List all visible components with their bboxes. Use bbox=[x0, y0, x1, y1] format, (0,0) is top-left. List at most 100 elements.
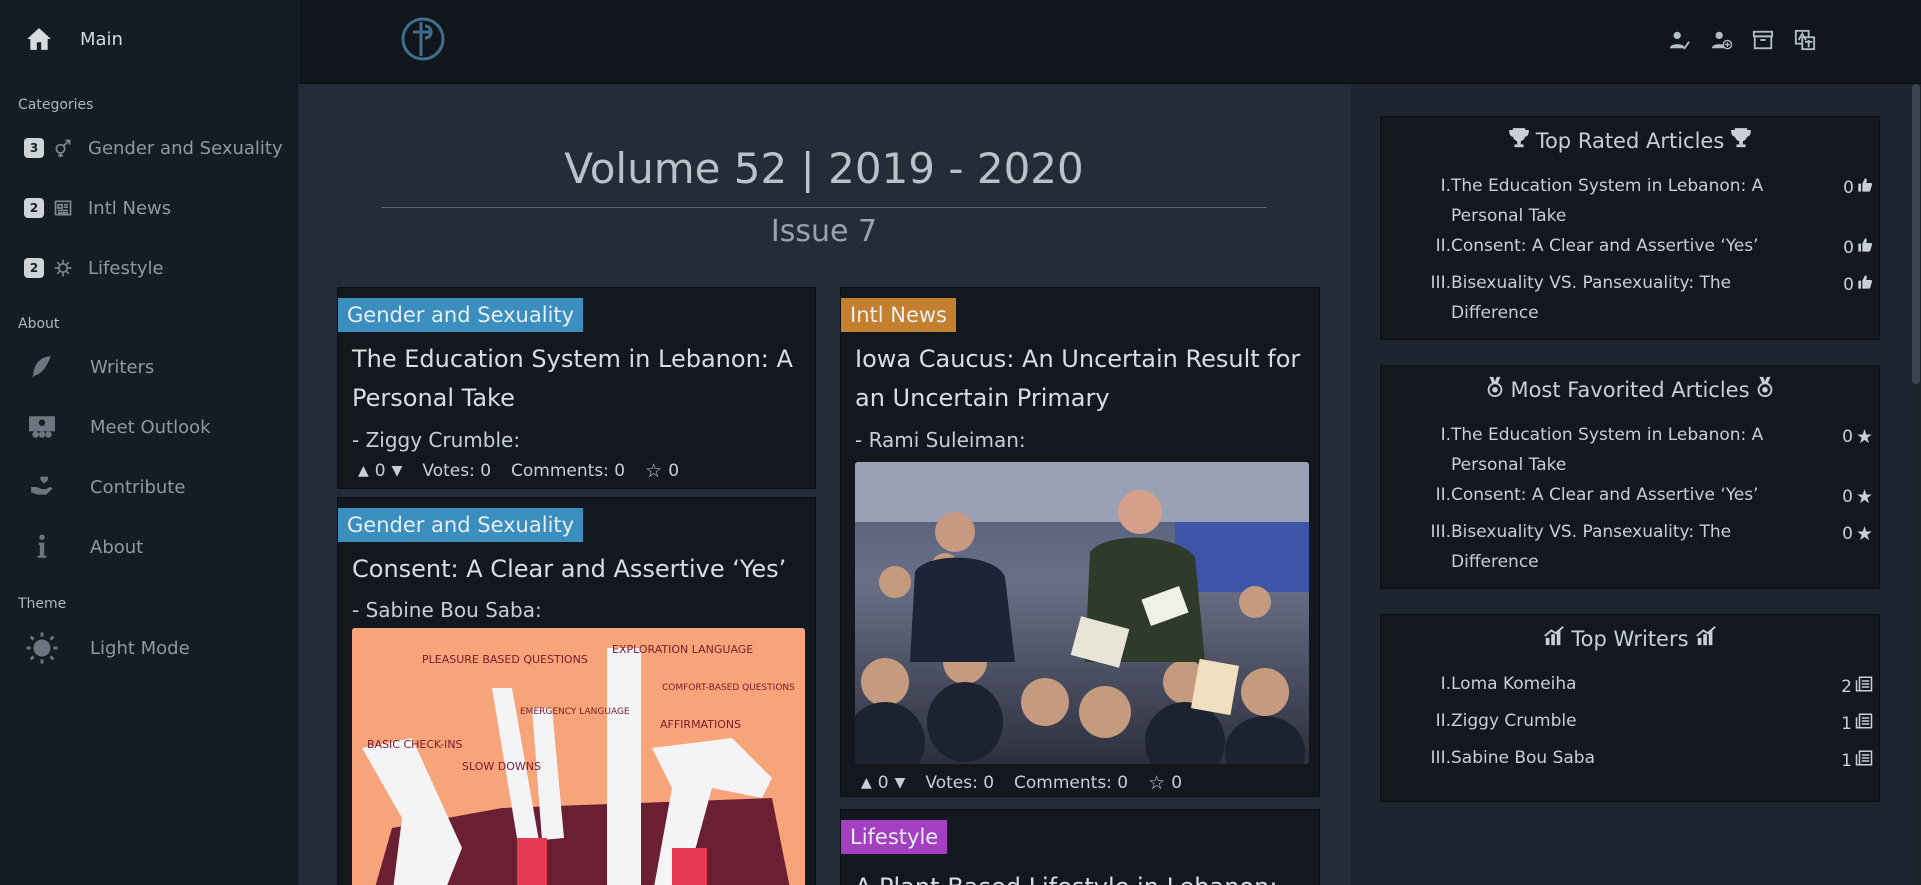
title-divider bbox=[381, 207, 1267, 208]
category-tag[interactable]: Lifestyle bbox=[841, 820, 948, 854]
main-content: Volume 52 | 2019 - 2020 Issue 7 Gender a… bbox=[299, 84, 1351, 885]
article-card[interactable]: Gender and Sexuality Consent: A Clear an… bbox=[337, 497, 816, 885]
illustration-label: AFFIRMATIONS bbox=[660, 718, 741, 731]
ranking-title[interactable]: Consent: A Clear and Assertive ‘Yes’ bbox=[1451, 480, 1776, 510]
archive-icon[interactable] bbox=[1751, 28, 1775, 52]
sidebar-item-about[interactable]: About bbox=[24, 532, 143, 562]
sidebar-item-label: Gender and Sexuality bbox=[88, 137, 283, 159]
sidebar-item-lifestyle[interactable]: 2 Lifestyle bbox=[24, 253, 164, 283]
star-outline-icon[interactable]: ☆ bbox=[1148, 772, 1165, 794]
votes-count: Votes: 0 bbox=[925, 773, 995, 793]
ranking-value: 1 bbox=[1841, 712, 1873, 735]
article-title[interactable]: The Education System in Lebanon: A Perso… bbox=[352, 340, 801, 418]
gender-icon bbox=[52, 137, 74, 159]
article-author[interactable]: - Rami Suleiman: bbox=[855, 428, 1026, 452]
downvote-icon[interactable]: ▼ bbox=[392, 463, 403, 479]
ranking-title[interactable]: Consent: A Clear and Assertive ‘Yes’ bbox=[1451, 231, 1776, 261]
sun-icon bbox=[24, 632, 60, 664]
most-favorited-panel: Most Favorited Articles I. The Education… bbox=[1380, 365, 1880, 589]
rank-number: I. bbox=[1440, 674, 1451, 694]
sidebar-item-label: Meet Outlook bbox=[90, 416, 211, 438]
ranking-value: 2 bbox=[1841, 675, 1873, 698]
sidebar-item-label: Light Mode bbox=[90, 637, 190, 659]
rank-number: III. bbox=[1430, 273, 1451, 293]
chart-icon bbox=[1543, 625, 1565, 652]
sidebar-item-label: Main bbox=[80, 28, 123, 50]
illustration-label: BASIC CHECK-INS bbox=[367, 738, 463, 751]
user-plus-icon[interactable] bbox=[1709, 28, 1733, 52]
sidebar-item-meet-outlook[interactable]: Meet Outlook bbox=[24, 412, 211, 442]
panel-title-text: Top Writers bbox=[1571, 626, 1689, 651]
panel-title: Top Rated Articles bbox=[1381, 127, 1879, 154]
categories-heading: Categories bbox=[18, 97, 94, 113]
star-icon: ★ bbox=[1855, 523, 1873, 545]
article-image[interactable]: PLEASURE BASED QUESTIONS EXPLORATION LAN… bbox=[352, 628, 805, 885]
ranking-value: 1 bbox=[1841, 749, 1873, 772]
favorites-count: 0 bbox=[668, 461, 680, 481]
upvote-icon[interactable]: ▲ bbox=[358, 463, 369, 479]
writer-name[interactable]: Loma Komeiha bbox=[1451, 669, 1776, 699]
team-icon bbox=[24, 412, 60, 442]
sidebar-item-intl-news[interactable]: 2 Intl News bbox=[24, 193, 171, 223]
illustration-label: PLEASURE BASED QUESTIONS bbox=[422, 653, 588, 666]
user-check-icon[interactable] bbox=[1667, 28, 1691, 52]
illustration-label: COMFORT-BASED QUESTIONS bbox=[662, 683, 795, 693]
sidebar-item-main[interactable]: Main bbox=[26, 26, 123, 52]
article-title[interactable]: Consent: A Clear and Assertive ‘Yes’ bbox=[352, 550, 801, 589]
articles-icon bbox=[1855, 749, 1873, 772]
star-outline-icon[interactable]: ☆ bbox=[645, 460, 662, 482]
article-card[interactable]: Lifestyle A Plant-Based Lifestyle in Leb… bbox=[840, 809, 1320, 885]
theme-heading: Theme bbox=[18, 596, 67, 612]
sidebar-item-label: Contribute bbox=[90, 476, 186, 498]
article-image[interactable] bbox=[855, 462, 1309, 764]
sidebar-item-label: Writers bbox=[90, 356, 155, 378]
sidebar-item-label: About bbox=[90, 536, 144, 558]
newspaper-icon bbox=[52, 197, 74, 219]
article-meta: ▲ 0 ▼ Votes: 0 Comments: 0 ☆ 0 bbox=[358, 460, 679, 482]
article-title[interactable]: A Plant-Based Lifestyle in Lebanon: bbox=[855, 868, 1305, 885]
ranking-value: 0 ★ bbox=[1842, 523, 1873, 545]
rank-number: II. bbox=[1435, 485, 1451, 505]
info-icon bbox=[24, 532, 60, 562]
ranking-value: 0 ★ bbox=[1842, 426, 1873, 448]
translate-icon[interactable] bbox=[1793, 28, 1817, 52]
panel-title-text: Most Favorited Articles bbox=[1510, 377, 1750, 402]
count-badge: 2 bbox=[24, 258, 44, 278]
sidebar-item-contribute[interactable]: Contribute bbox=[24, 472, 185, 502]
writer-name[interactable]: Sabine Bou Saba bbox=[1451, 743, 1776, 773]
outlook-logo[interactable] bbox=[399, 14, 447, 64]
upvote-icon[interactable]: ▲ bbox=[861, 775, 872, 791]
ranking-title[interactable]: The Education System in Lebanon: A Perso… bbox=[1451, 171, 1776, 231]
category-tag[interactable]: Intl News bbox=[841, 298, 956, 332]
article-author[interactable]: - Ziggy Crumble: bbox=[352, 428, 520, 452]
sidebar-item-writers[interactable]: Writers bbox=[24, 352, 154, 382]
medal-icon bbox=[1486, 376, 1504, 403]
comments-count: Comments: 0 bbox=[1014, 773, 1129, 793]
category-tag[interactable]: Gender and Sexuality bbox=[338, 298, 584, 332]
downvote-icon[interactable]: ▼ bbox=[895, 775, 906, 791]
virus-icon bbox=[52, 257, 74, 279]
sidebar-item-gender-and-sexuality[interactable]: 3 Gender and Sexuality bbox=[24, 133, 283, 163]
article-author[interactable]: - Sabine Bou Saba: bbox=[352, 598, 542, 622]
top-bar bbox=[299, 0, 1921, 84]
ranking-title[interactable]: Bisexuality VS. Pansexuality: The Differ… bbox=[1451, 517, 1776, 577]
top-writers-panel: Top Writers I. Loma Komeiha 2 II. Ziggy … bbox=[1380, 614, 1880, 802]
scrollbar-thumb[interactable] bbox=[1912, 84, 1920, 384]
sidebar: Main Categories 3 Gender and Sexuality 2… bbox=[0, 0, 298, 885]
panel-title-text: Top Rated Articles bbox=[1535, 128, 1725, 153]
issue-title: Issue 7 bbox=[770, 214, 878, 249]
illustration-label: SLOW DOWNS bbox=[462, 760, 541, 773]
article-title[interactable]: Iowa Caucus: An Uncertain Result for an … bbox=[855, 340, 1305, 418]
illustration-label: EMERGENCY LANGUAGE bbox=[520, 707, 630, 717]
writer-name[interactable]: Ziggy Crumble bbox=[1451, 706, 1776, 736]
thumbs-up-icon bbox=[1857, 237, 1873, 258]
ranking-title[interactable]: The Education System in Lebanon: A Perso… bbox=[1451, 420, 1776, 480]
chart-icon bbox=[1695, 625, 1717, 652]
ranking-title[interactable]: Bisexuality VS. Pansexuality: The Differ… bbox=[1451, 268, 1776, 328]
light-mode-toggle[interactable]: Light Mode bbox=[24, 632, 190, 664]
category-tag[interactable]: Gender and Sexuality bbox=[338, 508, 584, 542]
article-card[interactable]: Intl News Iowa Caucus: An Uncertain Resu… bbox=[840, 287, 1320, 797]
ranking-value: 0 bbox=[1843, 237, 1873, 258]
article-card[interactable]: Gender and Sexuality The Education Syste… bbox=[337, 287, 816, 489]
ranking-value: 0 bbox=[1843, 274, 1873, 295]
